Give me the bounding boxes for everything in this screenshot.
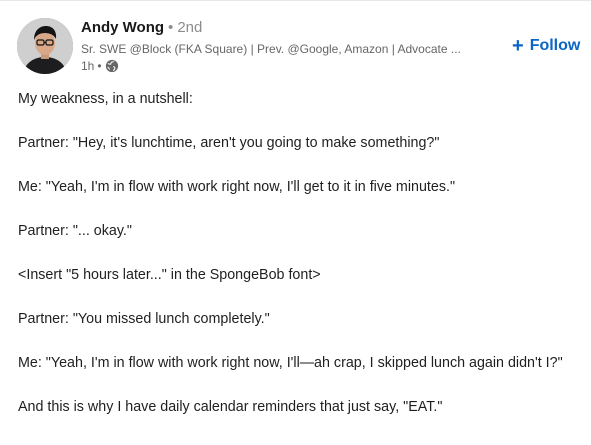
globe-icon [105, 59, 119, 73]
post-header: Andy Wong • 2nd Sr. SWE @Block (FKA Square… [0, 0, 591, 84]
post-line: Partner: "... okay." [18, 223, 132, 239]
post-body: My weakness, in a nutshell: Partner: "He… [18, 89, 578, 441]
post-time[interactable]: 1h [81, 58, 94, 74]
post-line: <Insert "5 hours later..." in the Sponge… [18, 267, 321, 283]
follow-button[interactable]: + Follow [512, 34, 580, 58]
post-line: Me: "Yeah, I'm in flow with work right n… [18, 179, 456, 195]
author-headline[interactable]: Sr. SWE @Block (FKA Square) | Prev. @Goo… [81, 41, 491, 57]
follow-label: Follow [529, 37, 581, 54]
post-line: And this is why I have daily calendar re… [18, 399, 443, 415]
post-timestamp-line: 1h • [81, 58, 501, 74]
time-separator: • [97, 59, 102, 73]
connection-degree: 2nd [177, 19, 203, 36]
author-meta: Andy Wong • 2nd Sr. SWE @Block (FKA Square… [81, 18, 501, 74]
post-line: My weakness, in a nutshell: [18, 91, 193, 107]
avatar[interactable] [17, 18, 73, 74]
post-line: Partner: "You missed lunch completely." [18, 311, 270, 327]
post-line: Partner: "Hey, it's lunchtime, aren't yo… [18, 135, 440, 151]
degree-separator: • [168, 19, 174, 36]
plus-icon: + [512, 35, 524, 57]
avatar-image [17, 18, 73, 74]
post-line: Me: "Yeah, I'm in flow with work right n… [18, 355, 563, 371]
author-name[interactable]: Andy Wong [81, 19, 164, 36]
author-name-line: Andy Wong • 2nd [81, 18, 501, 38]
